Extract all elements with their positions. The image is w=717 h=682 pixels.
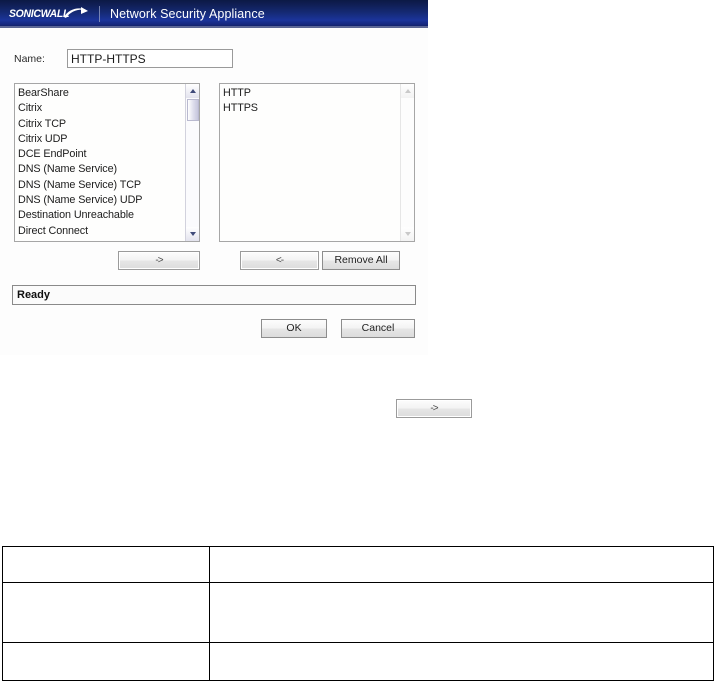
list-item[interactable]: DCE EndPoint	[18, 147, 185, 162]
scrollbar-track[interactable]	[401, 98, 414, 227]
list-item[interactable]: DNS (Name Service) UDP	[18, 193, 185, 208]
scroll-down-button[interactable]	[186, 227, 199, 241]
list-item[interactable]: Citrix TCP	[18, 117, 185, 132]
selected-services-listbox[interactable]: HTTP HTTPS	[219, 83, 415, 242]
remove-service-button[interactable]: <-	[240, 251, 319, 270]
product-title: Network Security Appliance	[110, 7, 265, 21]
callout-add-button[interactable]: ->	[396, 399, 472, 418]
list-item[interactable]: DNS (Name Service) TCP	[18, 178, 185, 193]
scroll-up-button[interactable]	[401, 84, 414, 98]
list-item[interactable]: HTTPS	[223, 101, 400, 116]
table-cell-value	[209, 546, 714, 583]
dialog-titlebar: SONICWALL Network Security Appliance	[0, 0, 428, 28]
available-list-scrollbar[interactable]	[185, 84, 199, 241]
add-service-button[interactable]: ->	[118, 251, 200, 270]
arrow-right-icon: ->	[155, 254, 163, 266]
arrow-right-icon: ->	[430, 402, 438, 414]
bottom-reference-table	[2, 546, 714, 681]
sonicwall-logo: SONICWALL	[9, 5, 88, 23]
list-item[interactable]: Direct Connect	[18, 224, 185, 239]
table-cell-label	[2, 546, 210, 583]
list-item[interactable]: Destination Unreachable	[18, 208, 185, 223]
available-services-listbox[interactable]: BearShare Citrix Citrix TCP Citrix UDP D…	[14, 83, 200, 242]
name-row: Name:	[14, 49, 414, 70]
name-label: Name:	[14, 53, 45, 65]
status-bar: Ready	[12, 285, 416, 305]
titlebar-divider	[99, 6, 100, 22]
scrollbar-thumb[interactable]	[187, 99, 199, 121]
table-row	[2, 582, 714, 643]
arrow-left-icon: <-	[275, 254, 284, 266]
status-text: Ready	[17, 289, 51, 301]
list-item[interactable]: HTTP	[223, 86, 400, 101]
sonicwall-logo-text: SONICWALL	[9, 7, 70, 20]
list-item[interactable]: DNS (Name Service)	[18, 162, 185, 177]
name-input[interactable]	[67, 49, 233, 68]
list-item[interactable]: Citrix UDP	[18, 132, 185, 147]
table-cell-label	[2, 582, 210, 643]
scroll-down-button[interactable]	[401, 227, 414, 241]
chevron-down-icon	[189, 232, 196, 236]
table-row	[2, 642, 714, 681]
available-services-items[interactable]: BearShare Citrix Citrix TCP Citrix UDP D…	[15, 84, 185, 241]
chevron-down-icon	[404, 232, 411, 236]
cancel-button[interactable]: Cancel	[341, 319, 415, 338]
chevron-up-icon	[189, 89, 196, 93]
table-row	[2, 546, 714, 583]
selected-services-items[interactable]: HTTP HTTPS	[220, 84, 400, 241]
ok-button[interactable]: OK	[261, 319, 327, 338]
scroll-up-button[interactable]	[186, 84, 199, 98]
list-item[interactable]: BearShare	[18, 86, 185, 101]
sonicwall-service-group-dialog: SONICWALL Network Security Appliance Nam…	[0, 0, 428, 355]
table-cell-label	[2, 642, 210, 681]
selected-list-scrollbar[interactable]	[400, 84, 414, 241]
remove-all-button[interactable]: Remove All	[322, 251, 400, 270]
list-item[interactable]: Citrix	[18, 101, 185, 116]
table-cell-value	[209, 582, 714, 643]
chevron-up-icon	[404, 89, 411, 93]
table-cell-value	[209, 642, 714, 681]
